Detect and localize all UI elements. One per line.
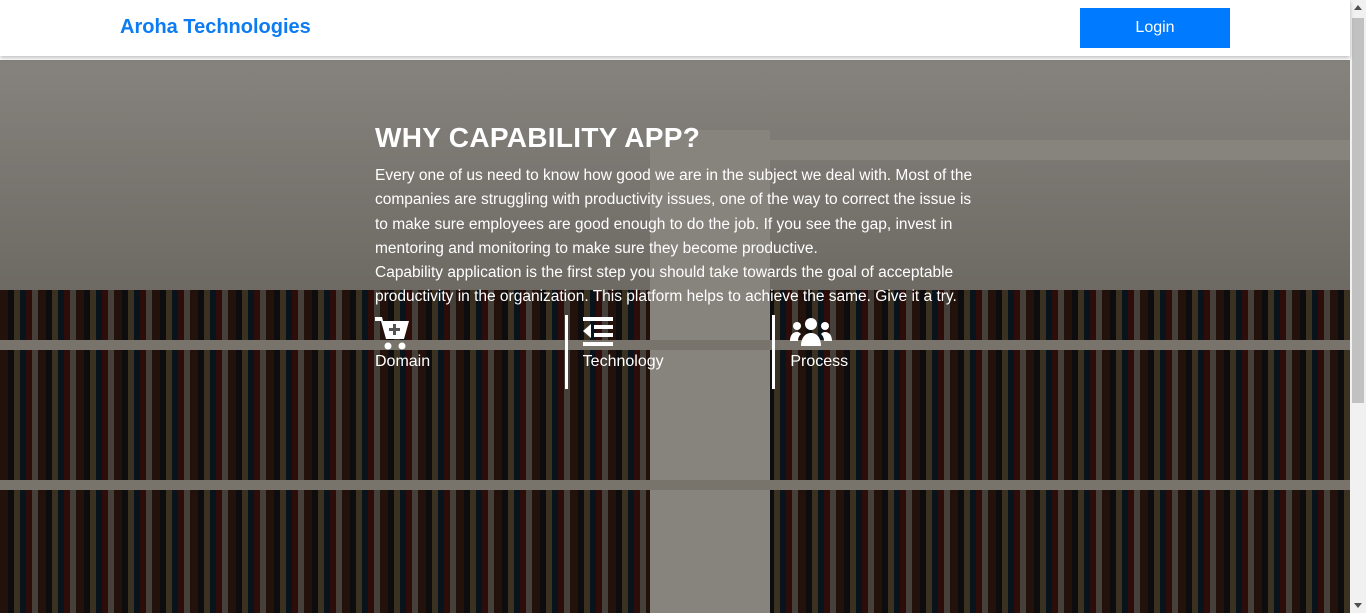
feature-label: Process	[790, 352, 849, 370]
feature-domain[interactable]: Domain	[375, 315, 565, 389]
users-icon	[790, 317, 980, 351]
login-button[interactable]: Login	[1080, 8, 1230, 48]
cart-plus-icon	[375, 316, 565, 351]
hero-content: WHY CAPABILITY APP? Every one of us need…	[375, 122, 980, 389]
hero-paragraph-2: Capability application is the first step…	[375, 264, 957, 306]
feature-process[interactable]: Process	[772, 314, 980, 389]
scroll-up-icon[interactable]	[1354, 5, 1362, 10]
outdent-icon	[582, 316, 773, 351]
feature-list: Domain Technology Process	[375, 314, 980, 389]
feature-label: Technology	[582, 352, 664, 370]
vertical-scrollbar[interactable]	[1350, 0, 1366, 613]
scrollbar-thumb[interactable]	[1352, 18, 1364, 403]
navbar: Aroha Technologies Login	[0, 0, 1350, 56]
hero-title: WHY CAPABILITY APP?	[375, 122, 701, 153]
brand-logo[interactable]: Aroha Technologies	[120, 16, 311, 39]
feature-technology[interactable]: Technology	[564, 314, 773, 389]
scroll-down-icon[interactable]	[1354, 603, 1362, 608]
hero-paragraph-1: Every one of us need to know how good we…	[375, 167, 973, 257]
feature-label: Domain	[375, 352, 431, 370]
